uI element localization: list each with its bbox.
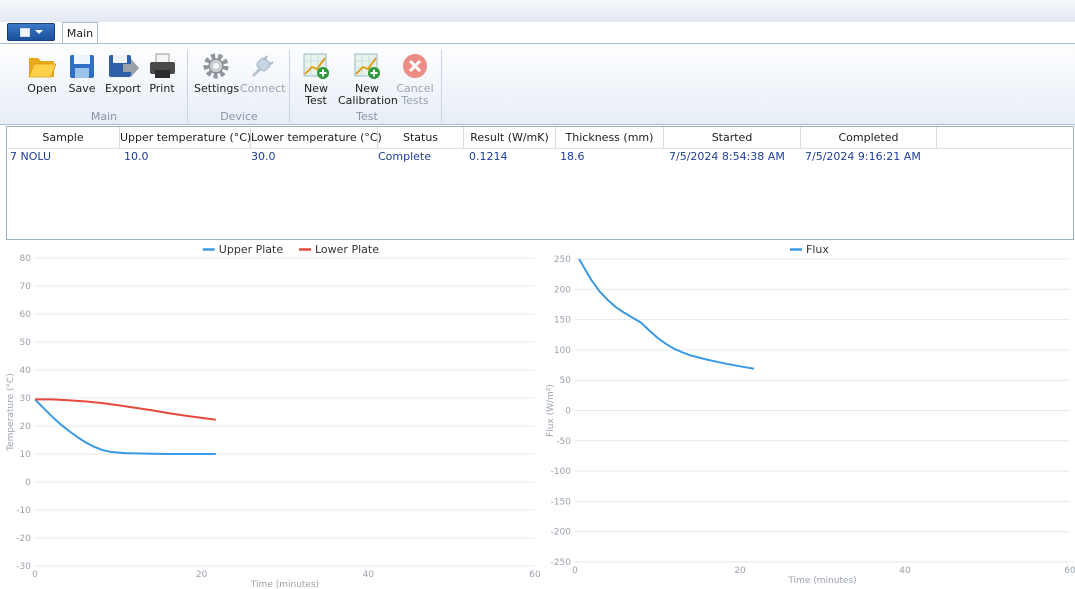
open-button[interactable]: Open <box>24 52 60 95</box>
group-label-device: Device <box>220 110 258 123</box>
x-tick-label: 60 <box>529 570 540 580</box>
x-tick-label: 0 <box>32 570 38 580</box>
y-tick-label: -150 <box>551 497 572 507</box>
x-tick-label: 20 <box>734 566 746 576</box>
window-top-strip <box>0 0 1075 22</box>
connect-button[interactable]: Connect <box>240 52 285 95</box>
temperature-chart: -30 -20 -10 0 10 20 30 40 50 60 70 80 0 20 40 60 Time (m… <box>6 243 540 589</box>
export-icon <box>109 55 139 77</box>
column-header-sample[interactable]: Sample <box>7 127 120 148</box>
cancel-tests-label: Cancel Tests <box>396 82 434 107</box>
y-tick-label: -250 <box>551 558 572 568</box>
y-tick-label: 70 <box>20 282 32 292</box>
series-line <box>34 398 216 455</box>
save-disk-icon <box>70 55 94 78</box>
y-tick-label: 150 <box>554 316 571 326</box>
cell-thickness: 18.6 <box>560 150 585 163</box>
new-test-label: New Test <box>304 82 328 107</box>
legend-label: Upper Plate <box>219 243 284 256</box>
y-tick-label: 10 <box>20 450 32 460</box>
column-header-started[interactable]: Started <box>664 127 801 148</box>
cell-started: 7/5/2024 8:54:38 AM <box>669 150 785 163</box>
x-tick-label: 40 <box>899 566 911 576</box>
new-calibration-label: New Calibration <box>338 82 398 107</box>
y-tick-label: -30 <box>16 562 31 572</box>
x-axis-label: Time (minutes) <box>250 580 319 589</box>
y-tick-label: 40 <box>20 366 32 376</box>
chevron-down-icon <box>34 30 43 34</box>
document-icon <box>19 27 30 37</box>
cell-upper-temperature: 10.0 <box>124 150 149 163</box>
print-button[interactable]: Print <box>146 52 178 95</box>
series-line <box>35 398 216 421</box>
column-header-lower-temperature[interactable]: Lower temperature (°C) <box>251 127 382 148</box>
x-axis-label: Time (minutes) <box>787 576 856 586</box>
series-line <box>578 258 755 370</box>
ribbon: Open Save Export Print Main Settings Con… <box>0 43 1075 125</box>
column-header-status[interactable]: Status <box>378 127 464 148</box>
y-tick-label: 50 <box>560 376 572 386</box>
y-tick-label: 80 <box>20 254 32 264</box>
group-label-main: Main <box>90 110 118 123</box>
table-header: Sample Upper temperature (°C) Lower temp… <box>7 127 1073 149</box>
y-tick-label: -50 <box>556 437 571 447</box>
new-test-button[interactable]: New Test <box>298 52 334 107</box>
cell-result: 0.1214 <box>469 150 508 163</box>
y-tick-label: 0 <box>25 478 31 488</box>
x-tick-label: 60 <box>1064 566 1075 576</box>
y-tick-label: 20 <box>20 422 32 432</box>
results-table[interactable]: Sample Upper temperature (°C) Lower temp… <box>6 126 1074 240</box>
x-tick-label: 0 <box>572 566 578 576</box>
new-test-chart-icon <box>303 53 329 79</box>
folder-open-icon <box>28 58 57 78</box>
y-tick-label: 100 <box>554 346 571 356</box>
y-tick-label: 50 <box>20 338 32 348</box>
column-header-completed[interactable]: Completed <box>801 127 937 148</box>
x-tick-label: 20 <box>196 570 208 580</box>
y-axis-label: Temperature (°C) <box>6 373 16 452</box>
tab-main[interactable]: Main <box>62 22 98 44</box>
column-header-upper-temperature[interactable]: Upper temperature (°C) <box>120 127 251 148</box>
legend-label: Lower Plate <box>315 243 379 256</box>
cancel-tests-button[interactable]: Cancel Tests <box>396 52 434 107</box>
y-tick-label: 250 <box>554 255 571 265</box>
group-label-test: Test <box>356 110 378 123</box>
legend-label: Flux <box>806 243 829 256</box>
cell-lower-temperature: 30.0 <box>251 150 276 163</box>
cancel-icon <box>403 54 427 78</box>
new-calibration-chart-icon <box>354 53 380 79</box>
column-header-result[interactable]: Result (W/mK) <box>464 127 556 148</box>
cell-completed: 7/5/2024 9:16:21 AM <box>805 150 921 163</box>
plug-icon <box>251 55 274 78</box>
cell-status: Complete <box>378 150 432 163</box>
ribbon-separator <box>289 50 290 122</box>
y-axis-label: Flux (W/m²) <box>546 384 556 437</box>
export-button[interactable]: Export <box>104 52 142 95</box>
application-menu-button[interactable] <box>7 23 55 41</box>
y-tick-label: -20 <box>16 534 31 544</box>
ribbon-separator <box>187 50 188 122</box>
settings-button[interactable]: Settings <box>194 52 239 95</box>
new-calibration-button[interactable]: New Calibration <box>338 52 398 107</box>
y-tick-label: -200 <box>551 528 572 538</box>
printer-icon <box>150 53 175 78</box>
flux-chart: -250 -200 -150 -100 -50 0 50 100 150 200 250 0 20 40 6… <box>546 243 1075 586</box>
save-button[interactable]: Save <box>66 52 98 95</box>
x-tick-label: 40 <box>363 570 375 580</box>
gear-icon <box>203 53 229 79</box>
column-header-thickness[interactable]: Thickness (mm) <box>556 127 664 148</box>
y-tick-label: 0 <box>565 407 571 417</box>
y-tick-label: 200 <box>554 285 571 295</box>
y-tick-label: 30 <box>20 394 32 404</box>
ribbon-separator <box>441 50 442 122</box>
cell-sample: 7 NOLU <box>10 150 52 163</box>
y-tick-label: -10 <box>16 506 31 516</box>
y-tick-label: -100 <box>551 467 572 477</box>
y-tick-label: 60 <box>20 310 32 320</box>
